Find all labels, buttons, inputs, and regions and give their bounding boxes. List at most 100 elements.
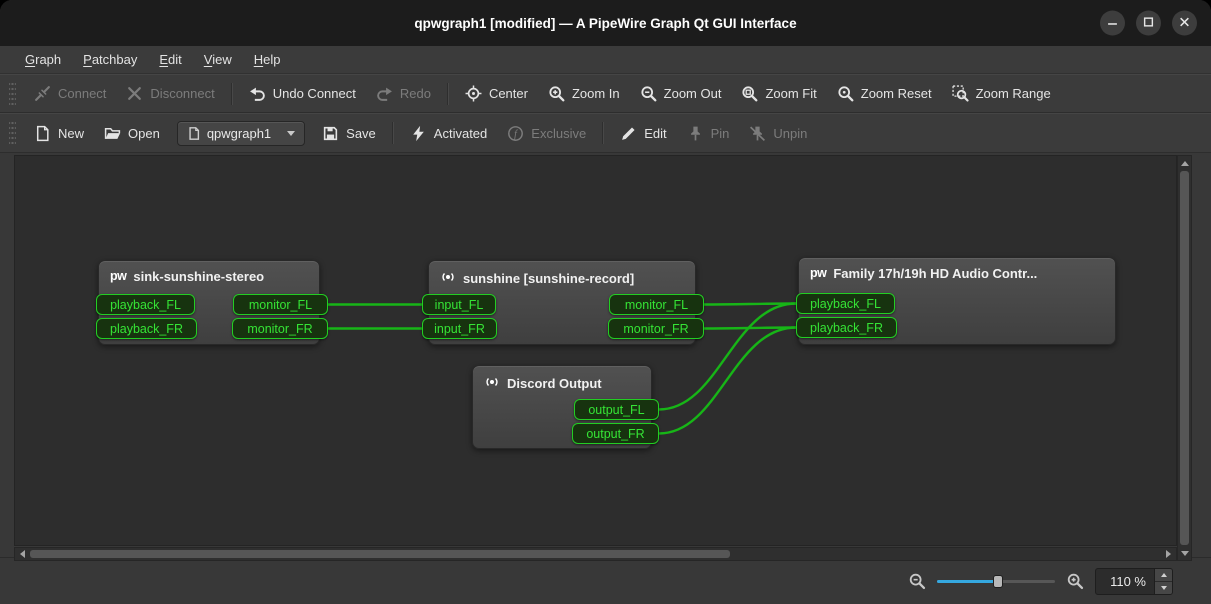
scroll-down-button[interactable] xyxy=(1178,547,1191,559)
arrow-left-icon xyxy=(20,550,25,558)
disconnect-icon xyxy=(126,85,143,102)
menu-help[interactable]: Help xyxy=(243,46,292,73)
window-controls xyxy=(1100,11,1197,36)
zoom-slider[interactable] xyxy=(937,572,1055,591)
pin-button[interactable]: Pin xyxy=(678,120,739,147)
toolbar-separator xyxy=(602,122,604,144)
scroll-up-button[interactable] xyxy=(1178,157,1191,169)
arrow-right-icon xyxy=(1166,550,1171,558)
zoom-range-icon xyxy=(952,85,969,102)
spin-buttons xyxy=(1154,569,1172,594)
menubar: Graph Patchbay Edit View Help xyxy=(0,46,1211,74)
menu-view[interactable]: View xyxy=(193,46,243,73)
vertical-scrollbar-thumb[interactable] xyxy=(1180,171,1189,545)
disconnect-button[interactable]: Disconnect xyxy=(117,80,223,107)
port-playback-fl[interactable]: playback_FL xyxy=(96,294,195,315)
save-button[interactable]: Save xyxy=(313,120,385,147)
canvas-area: pw sink-sunshine-stereo sunshine [sunshi… xyxy=(0,153,1211,557)
save-icon xyxy=(322,125,339,142)
save-label: Save xyxy=(346,126,376,141)
toolbar-drag-handle[interactable] xyxy=(9,122,16,144)
disconnect-label: Disconnect xyxy=(150,86,214,101)
new-button[interactable]: New xyxy=(25,120,93,147)
port-input-fr[interactable]: input_FR xyxy=(422,318,497,339)
center-button[interactable]: Center xyxy=(456,80,537,107)
connections-layer xyxy=(15,156,1177,546)
toolbar-drag-handle[interactable] xyxy=(9,83,16,105)
spin-down-button[interactable] xyxy=(1155,582,1172,594)
titlebar[interactable]: qpwgraph1 [modified] — A PipeWire Graph … xyxy=(0,0,1211,46)
zoom-reset-button[interactable]: Zoom Reset xyxy=(828,80,941,107)
patchbay-toolbar: New Open qpwgraph1 Save Act xyxy=(0,113,1211,153)
port-playback-fl[interactable]: playback_FL xyxy=(796,293,895,314)
patchbay-profile-combo[interactable]: qpwgraph1 xyxy=(177,121,305,146)
arrow-up-icon xyxy=(1181,161,1189,166)
connection-line[interactable] xyxy=(659,328,796,434)
arrow-up-icon xyxy=(1161,573,1167,577)
profile-value: qpwgraph1 xyxy=(207,126,271,141)
redo-icon xyxy=(376,85,393,102)
edit-toggle[interactable]: Edit xyxy=(611,120,675,147)
edit-pencil-icon xyxy=(620,125,637,142)
zoom-out-button[interactable]: Zoom Out xyxy=(631,80,731,107)
open-button[interactable]: Open xyxy=(95,120,169,147)
exclusive-toggle[interactable]: f Exclusive xyxy=(498,120,595,147)
menu-patchbay[interactable]: Patchbay xyxy=(72,46,148,73)
graph-canvas[interactable]: pw sink-sunshine-stereo sunshine [sunshi… xyxy=(14,155,1177,546)
arrow-down-icon xyxy=(1161,586,1167,590)
menu-graph[interactable]: Graph xyxy=(14,46,72,73)
toolbar-separator xyxy=(231,83,233,105)
activated-toggle[interactable]: Activated xyxy=(401,120,496,147)
redo-button[interactable]: Redo xyxy=(367,80,440,107)
profile-file-icon xyxy=(187,126,201,140)
scroll-right-button[interactable] xyxy=(1162,548,1175,560)
zoom-fit-button[interactable]: Zoom Fit xyxy=(732,80,825,107)
dropdown-arrow-icon xyxy=(287,131,295,136)
open-folder-icon xyxy=(104,125,121,142)
port-monitor-fl[interactable]: monitor_FL xyxy=(609,294,704,315)
scroll-left-button[interactable] xyxy=(16,548,29,560)
close-button[interactable] xyxy=(1172,11,1197,36)
port-monitor-fl[interactable]: monitor_FL xyxy=(233,294,328,315)
zoom-reset-label: Zoom Reset xyxy=(861,86,932,101)
redo-label: Redo xyxy=(400,86,431,101)
zoom-spinbox[interactable]: 110 % xyxy=(1095,568,1173,595)
center-label: Center xyxy=(489,86,528,101)
zoom-slider-fill xyxy=(937,580,998,583)
pin-label: Pin xyxy=(711,126,730,141)
horizontal-scrollbar-thumb[interactable] xyxy=(30,550,730,558)
port-output-fl[interactable]: output_FL xyxy=(574,399,659,420)
minimize-button[interactable] xyxy=(1100,11,1125,36)
open-label: Open xyxy=(128,126,160,141)
statusbar: 110 % xyxy=(0,557,1211,604)
vertical-scrollbar[interactable] xyxy=(1177,155,1192,561)
port-output-fr[interactable]: output_FR xyxy=(572,423,659,444)
unpin-button[interactable]: Unpin xyxy=(740,120,816,147)
horizontal-scrollbar[interactable] xyxy=(14,547,1177,561)
port-playback-fr[interactable]: playback_FR xyxy=(96,318,197,339)
port-monitor-fr[interactable]: monitor_FR xyxy=(608,318,704,339)
port-input-fl[interactable]: input_FL xyxy=(422,294,496,315)
maximize-button[interactable] xyxy=(1136,11,1161,36)
unpin-label: Unpin xyxy=(773,126,807,141)
menu-edit[interactable]: Edit xyxy=(148,46,192,73)
zoom-slider-handle[interactable] xyxy=(993,575,1003,588)
zoom-out-small-icon xyxy=(908,572,926,590)
center-icon xyxy=(465,85,482,102)
edit-label: Edit xyxy=(644,126,666,141)
port-monitor-fr[interactable]: monitor_FR xyxy=(232,318,328,339)
zoom-range-button[interactable]: Zoom Range xyxy=(943,80,1060,107)
spin-up-button[interactable] xyxy=(1155,569,1172,582)
new-label: New xyxy=(58,126,84,141)
port-playback-fr[interactable]: playback_FR xyxy=(796,317,897,338)
zoom-value[interactable]: 110 % xyxy=(1096,569,1154,594)
zoom-in-label: Zoom In xyxy=(572,86,620,101)
zoom-in-button[interactable]: Zoom In xyxy=(539,80,629,107)
activated-label: Activated xyxy=(434,126,487,141)
zoom-in-small-icon xyxy=(1066,572,1084,590)
maximize-icon xyxy=(1143,14,1154,32)
toolbar-separator xyxy=(447,83,449,105)
undo-connect-button[interactable]: Undo Connect xyxy=(240,80,365,107)
connect-button[interactable]: Connect xyxy=(25,80,115,107)
graph-toolbar: Connect Disconnect Undo Connect Redo xyxy=(0,74,1211,113)
